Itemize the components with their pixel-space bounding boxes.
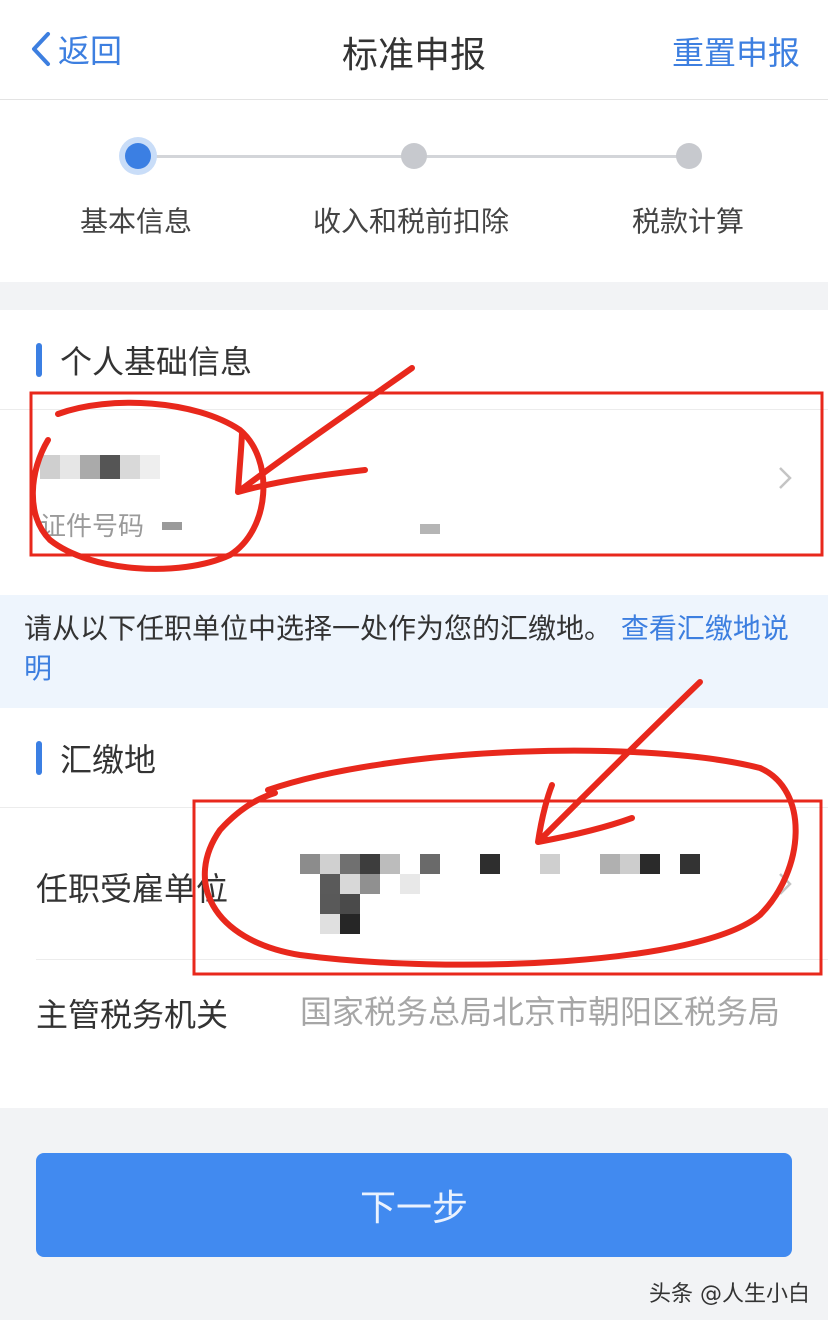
redacted-employer [300,854,720,938]
person-row[interactable]: 证件号码 [0,410,828,558]
step-label-tax: 税款计算 [632,205,745,238]
reset-button[interactable]: 重置申报 [672,28,800,74]
tax-office-label: 主管税务机关 [36,996,229,1034]
tax-location-heading: 汇缴地 [60,740,157,779]
personal-info-heading: 个人基础信息 [60,342,253,381]
redacted-name [40,455,160,479]
next-step-button[interactable]: 下一步 [36,1153,792,1257]
step-connector [140,155,415,158]
redacted-id-tail [420,524,440,534]
chevron-right-icon [779,467,792,489]
redacted-id [162,522,182,530]
section-gap [0,282,828,310]
notice-text: 请从以下任职单位中选择一处作为您的汇缴地。 [24,612,613,645]
step-connector [415,155,690,158]
personal-info-section: 个人基础信息 证件号码 [0,310,828,560]
step-dot [676,143,702,169]
notice-banner: 请从以下任职单位中选择一处作为您的汇缴地。 查看汇缴地说明 [0,595,828,708]
step-label-basic: 基本信息 [80,205,193,238]
watermark: 头条 @人生小白 [649,1282,810,1307]
nav-bar: 返回 标准申报 重置申报 [0,0,828,100]
employer-row[interactable]: 任职受雇单位 [36,808,828,960]
section-heading: 汇缴地 [0,708,828,808]
heading-accent-bar [36,740,42,775]
chevron-right-icon [779,873,792,895]
id-number-label: 证件号码 [40,512,145,542]
employer-label: 任职受雇单位 [36,870,229,908]
heading-accent-bar [36,342,42,377]
step-label-income: 收入和税前扣除 [313,205,510,238]
tax-location-section: 汇缴地 任职受雇单位 主管税务机关 国家税务总局北京市朝阳区税务局 [0,708,828,1108]
tax-office-value: 国家税务总局北京市朝阳区税务局 [300,993,781,1031]
step-dot-active [125,143,151,169]
tax-office-row: 主管税务机关 国家税务总局北京市朝阳区税务局 [36,960,828,1108]
progress-steps: 基本信息 收入和税前扣除 税款计算 [0,100,828,282]
step-dot [401,143,427,169]
section-heading: 个人基础信息 [0,310,828,410]
